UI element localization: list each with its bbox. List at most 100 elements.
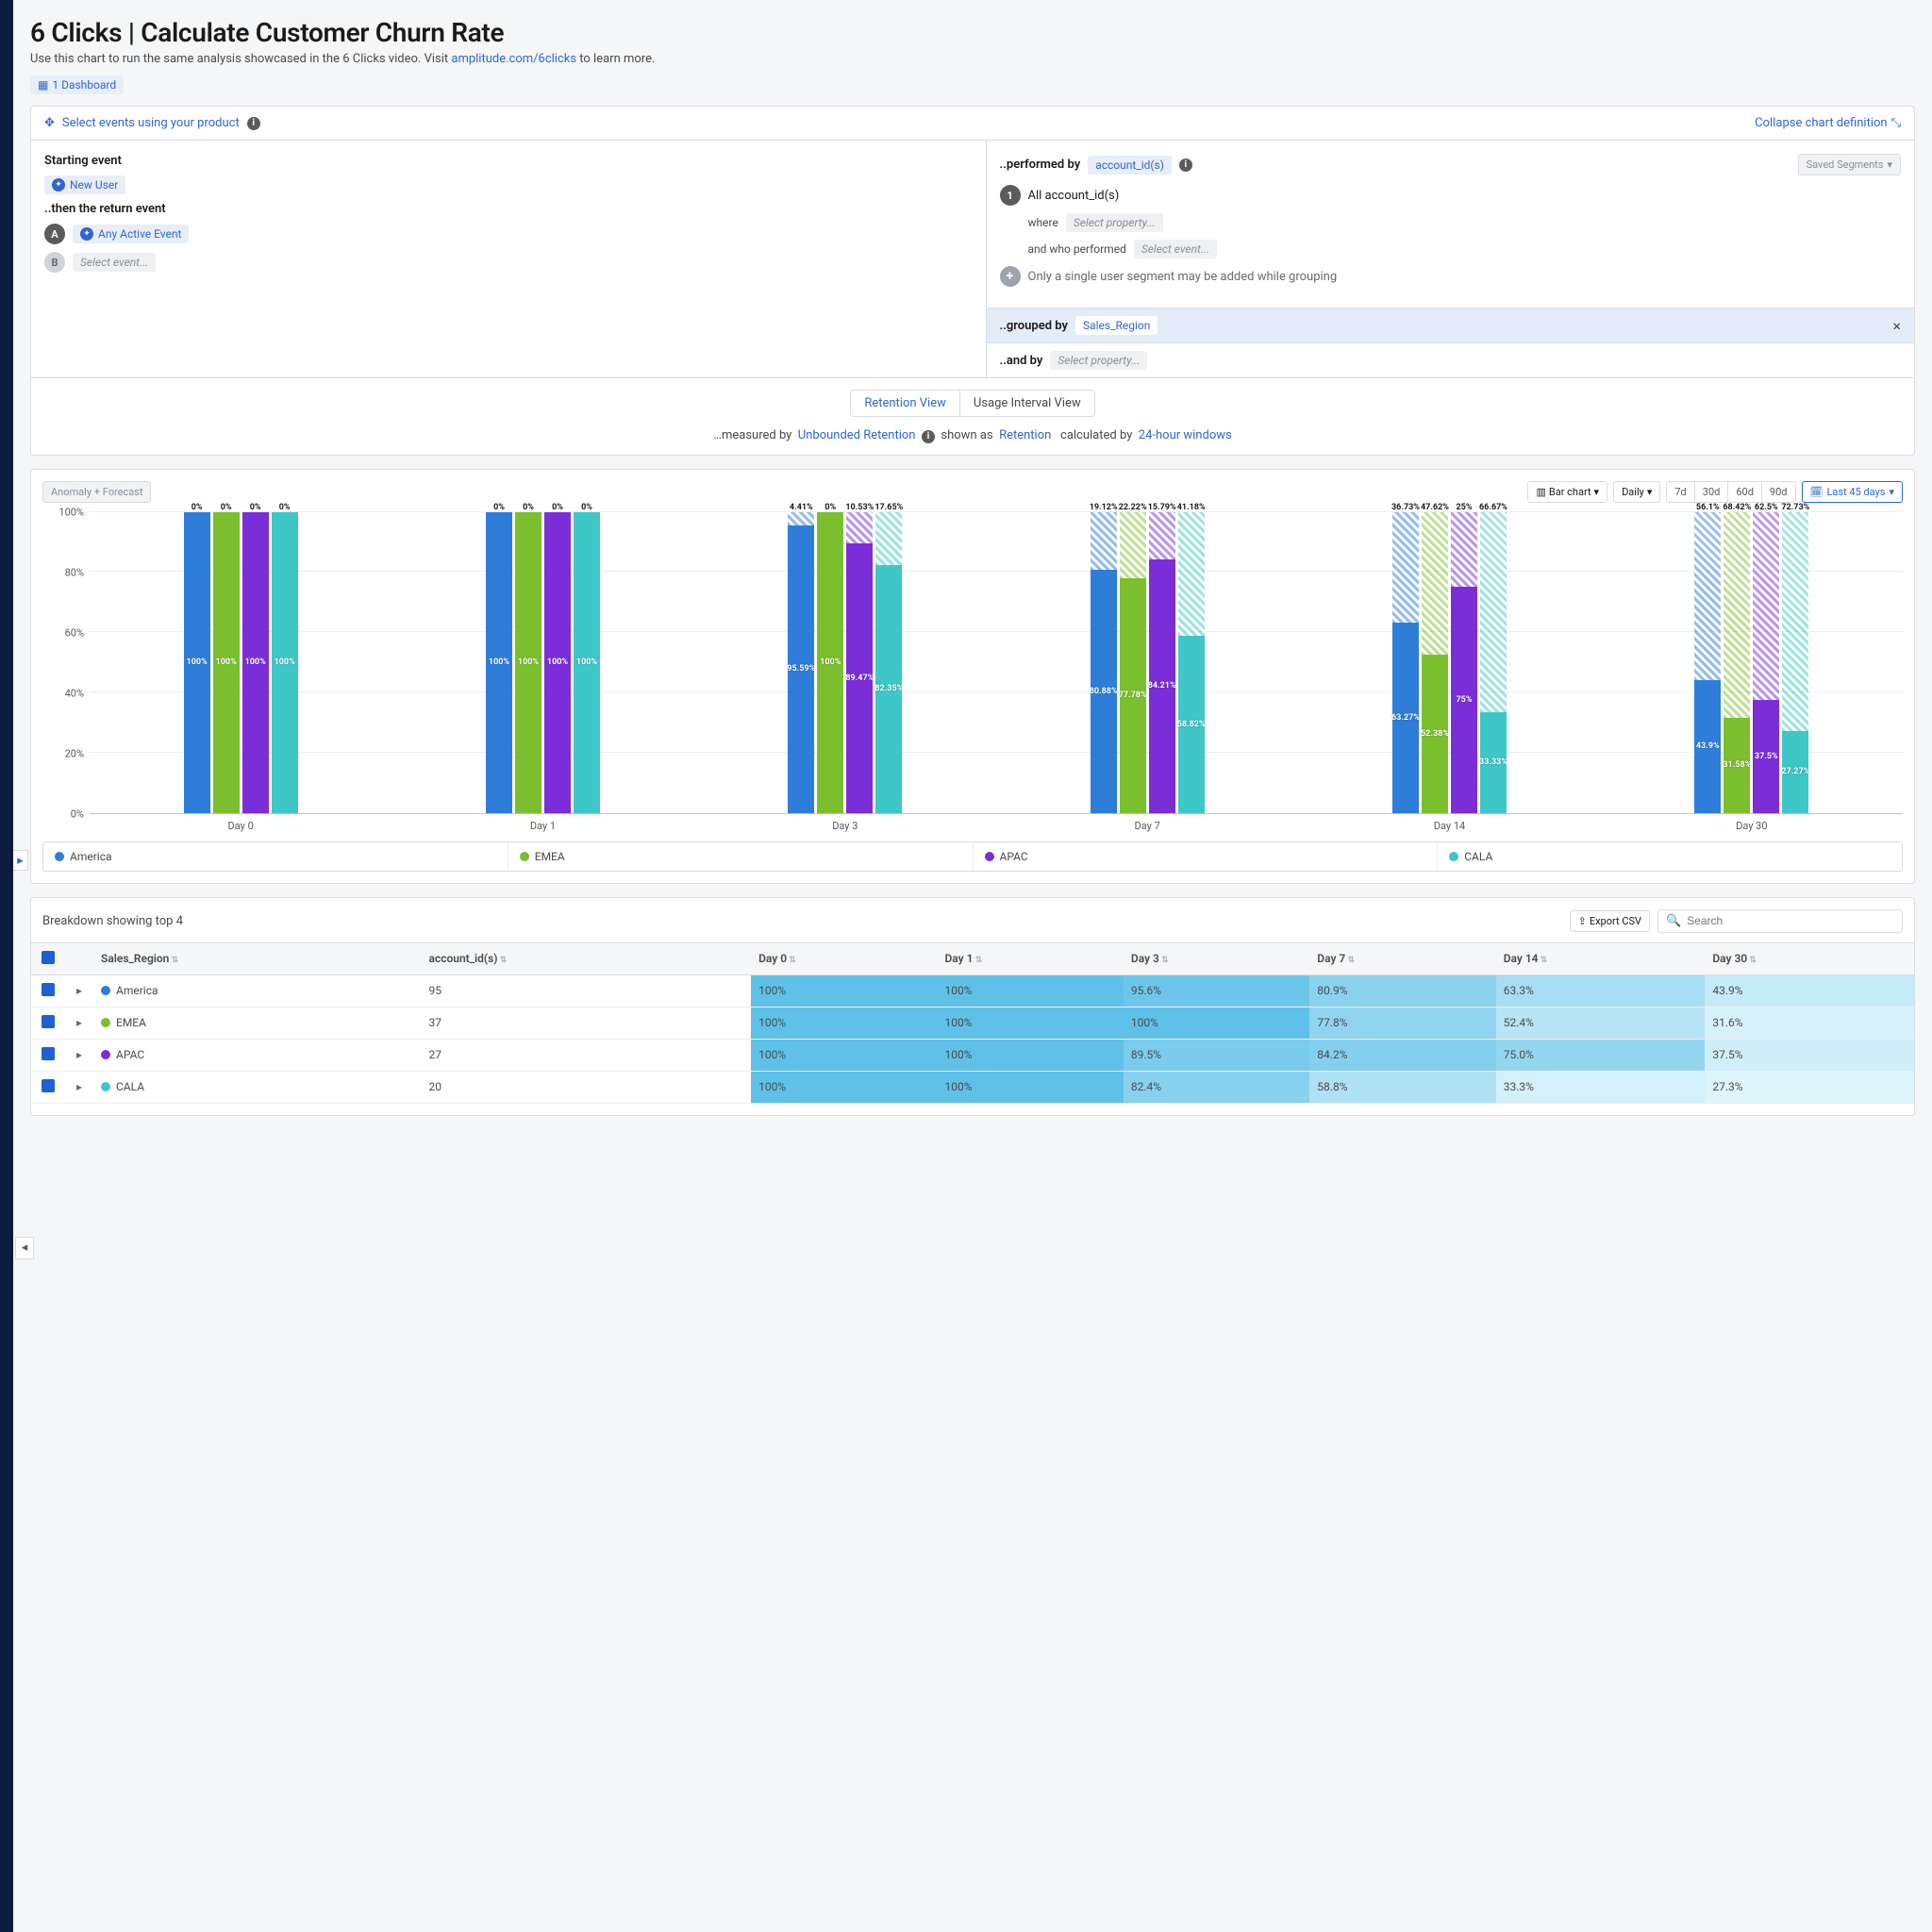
bar[interactable]: 58.82%41.18% <box>1178 512 1205 813</box>
export-csv-button[interactable]: ⇪Export CSV <box>1570 910 1650 932</box>
legend-item[interactable]: CALA <box>1438 842 1902 871</box>
bar[interactable]: 100%0% <box>184 512 210 813</box>
interval-button[interactable]: Daily▾ <box>1613 481 1660 503</box>
bar[interactable]: 37.5%62.5% <box>1753 512 1779 813</box>
table-row[interactable]: ▸EMEA37100%100%100%77.8%52.4%31.6% <box>31 1007 1914 1039</box>
select-event-b[interactable]: Select event... <box>73 253 156 272</box>
select-all-checkbox[interactable] <box>42 951 55 964</box>
where-property[interactable]: Select property... <box>1066 213 1163 232</box>
learn-more-link[interactable]: amplitude.com/6clicks <box>451 52 576 66</box>
range-90d[interactable]: 90d <box>1762 482 1795 502</box>
bar[interactable]: 33.33%66.67% <box>1480 512 1507 813</box>
column-header[interactable]: account_id(s) <box>422 942 752 974</box>
bar[interactable]: 82.35%17.65% <box>875 512 902 813</box>
retention-view-tab[interactable]: Retention View <box>851 391 960 416</box>
breakdown-title: Breakdown showing top 4 <box>42 914 183 928</box>
row-checkbox[interactable] <box>42 1079 55 1092</box>
x-tick: Day 14 <box>1298 820 1600 832</box>
info-icon[interactable]: i <box>247 117 260 130</box>
view-toggle[interactable]: Retention View Usage Interval View <box>850 390 1094 417</box>
column-header[interactable]: Day 1 <box>937 942 1123 974</box>
table-row[interactable]: ▸CALA20100%100%82.4%58.8%33.3%27.3% <box>31 1071 1914 1103</box>
remove-group-button[interactable]: × <box>1892 317 1901 335</box>
quick-range-group: 7d 30d 60d 90d <box>1666 481 1795 503</box>
who-performed-event[interactable]: Select event... <box>1134 240 1217 258</box>
expand-row[interactable]: ▸ <box>65 1007 93 1039</box>
column-header[interactable]: Day 7 <box>1309 942 1495 974</box>
bar[interactable]: 100%0% <box>213 512 240 813</box>
bar[interactable]: 100%0% <box>817 512 843 813</box>
bar[interactable]: 43.9%56.1% <box>1694 512 1721 813</box>
column-header[interactable]: Day 30 <box>1705 942 1914 974</box>
export-icon: ⇪ <box>1578 915 1587 927</box>
info-icon[interactable]: i <box>1179 158 1192 172</box>
bar[interactable]: 63.27%36.73% <box>1392 512 1419 813</box>
breakdown-search: 🔍 <box>1657 909 1903 933</box>
expand-sidebar-button[interactable]: ▸ <box>13 850 28 871</box>
expand-row[interactable]: ▸ <box>65 1039 93 1071</box>
saved-segments-button: Saved Segments▾ <box>1798 154 1901 175</box>
bar[interactable]: 75%25% <box>1451 512 1477 813</box>
and-by-property[interactable]: Select property... <box>1050 351 1147 370</box>
new-user-pill[interactable]: ✦ New User <box>44 175 125 194</box>
row-checkbox[interactable] <box>42 983 55 996</box>
sales-region-pill[interactable]: Sales_Region <box>1075 316 1158 335</box>
add-segment-button[interactable]: + <box>1000 266 1021 287</box>
select-events-link[interactable]: Select events using your product <box>62 116 240 130</box>
expand-row[interactable]: ▸ <box>65 1071 93 1103</box>
bar[interactable]: 100%0% <box>242 512 269 813</box>
bar[interactable]: 100%0% <box>515 512 541 813</box>
and-by-label: ..and by <box>1000 354 1043 368</box>
y-tick: 0% <box>71 808 84 820</box>
search-input[interactable] <box>1687 914 1894 927</box>
bar[interactable]: 95.59%4.41% <box>788 512 814 813</box>
windows-link[interactable]: 24-hour windows <box>1139 428 1232 442</box>
range-7d[interactable]: 7d <box>1667 482 1694 502</box>
legend-item[interactable]: America <box>43 842 508 871</box>
all-accounts-label: All account_id(s) <box>1028 189 1120 203</box>
legend-swatch <box>1449 852 1458 861</box>
bar[interactable]: 84.21%15.79% <box>1149 512 1175 813</box>
bar[interactable]: 80.88%19.12% <box>1091 512 1117 813</box>
table-row[interactable]: ▸APAC27100%100%89.5%84.2%75.0%37.5% <box>31 1039 1914 1071</box>
table-row[interactable]: ▸America95100%100%95.6%80.9%63.3%43.9% <box>31 974 1914 1007</box>
row-checkbox[interactable] <box>42 1015 55 1028</box>
bar[interactable]: 27.27%72.73% <box>1782 512 1808 813</box>
range-60d[interactable]: 60d <box>1728 482 1762 502</box>
bar[interactable]: 100%0% <box>272 512 298 813</box>
column-header[interactable]: Day 3 <box>1124 942 1309 974</box>
usage-interval-tab[interactable]: Usage Interval View <box>960 391 1094 416</box>
legend-item[interactable]: APAC <box>974 842 1439 871</box>
column-header[interactable]: Day 0 <box>751 942 937 974</box>
region-swatch <box>101 986 110 995</box>
y-tick: 40% <box>65 687 84 699</box>
range-30d[interactable]: 30d <box>1695 482 1729 502</box>
collapse-definition[interactable]: Collapse chart definition ⤡ <box>1755 116 1901 130</box>
x-tick: Day 30 <box>1601 820 1903 832</box>
dashboard-badge[interactable]: ▦ 1 Dashboard <box>30 75 124 94</box>
account-id-pill[interactable]: account_id(s) <box>1088 156 1172 175</box>
region-swatch <box>101 1082 110 1091</box>
column-header[interactable]: Day 14 <box>1496 942 1706 974</box>
date-range-button[interactable]: 🗓Last 45 days▾ <box>1802 481 1904 503</box>
event-a-marker: A <box>44 224 65 244</box>
column-header[interactable]: Sales_Region <box>93 942 422 974</box>
expand-row[interactable]: ▸ <box>65 974 93 1007</box>
bar[interactable]: 52.38%47.62% <box>1422 512 1448 813</box>
info-icon[interactable]: i <box>922 430 935 443</box>
bar[interactable]: 89.47%10.53% <box>846 512 873 813</box>
bar[interactable]: 100%0% <box>574 512 600 813</box>
bar[interactable]: 31.58%68.42% <box>1724 512 1750 813</box>
bar[interactable]: 77.78%22.22% <box>1120 512 1146 813</box>
single-segment-note: Only a single user segment may be added … <box>1028 270 1338 284</box>
bar[interactable]: 100%0% <box>486 512 512 813</box>
chart-type-button[interactable]: ▥Bar chart▾ <box>1527 481 1607 503</box>
chevron-down-icon: ▾ <box>1889 486 1894 498</box>
unbounded-retention-link[interactable]: Unbounded Retention <box>798 428 916 442</box>
any-active-event-pill[interactable]: ✦ Any Active Event <box>73 225 189 243</box>
row-checkbox[interactable] <box>42 1047 55 1060</box>
legend-item[interactable]: EMEA <box>508 842 974 871</box>
panel-toggle-button[interactable]: ◂ <box>15 1237 34 1259</box>
retention-link[interactable]: Retention <box>999 428 1051 442</box>
bar[interactable]: 100%0% <box>544 512 571 813</box>
